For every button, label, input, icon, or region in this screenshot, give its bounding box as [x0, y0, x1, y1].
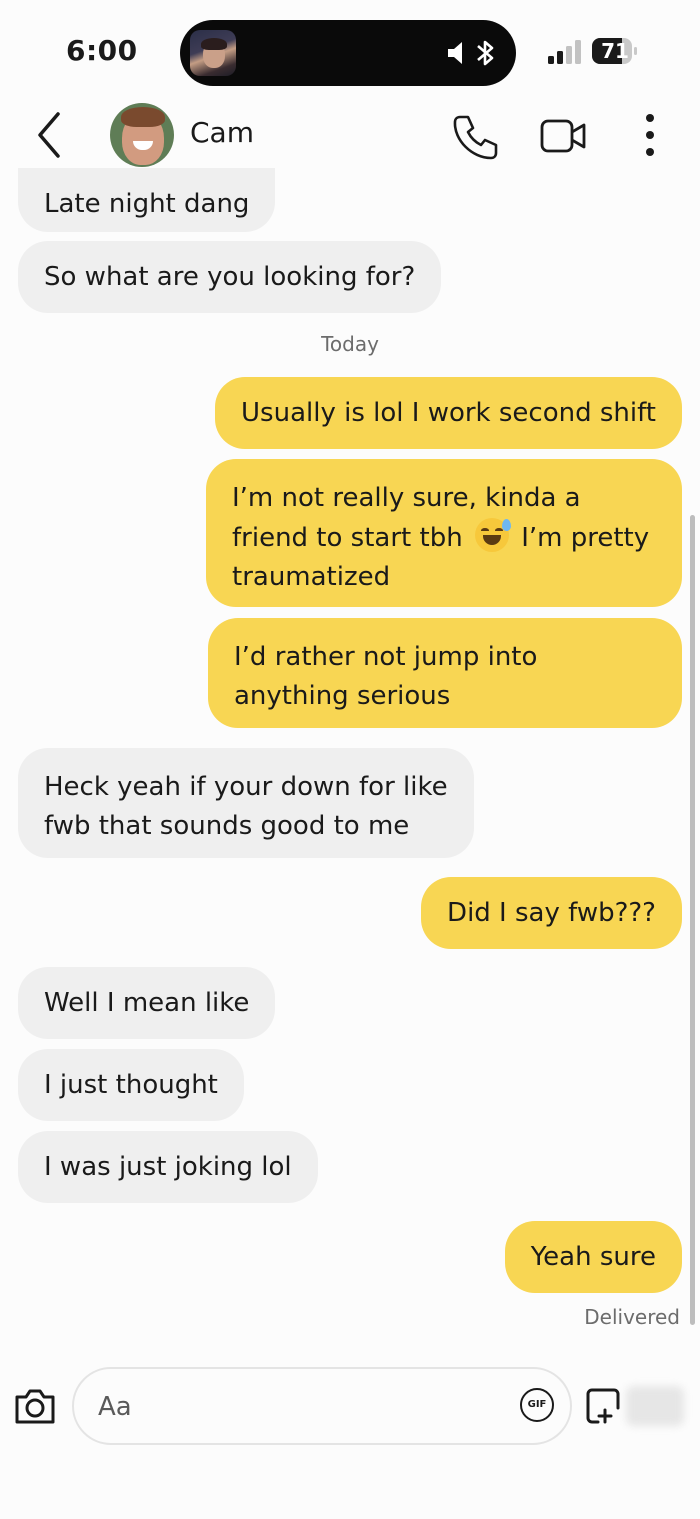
- contact-name[interactable]: Cam: [190, 116, 254, 149]
- scrollbar[interactable]: [690, 515, 695, 1325]
- phone-icon[interactable]: [452, 112, 500, 160]
- delivered-status: Delivered: [584, 1305, 680, 1329]
- message-bubble-incoming[interactable]: Well I mean like: [18, 967, 276, 1039]
- message-bubble-outgoing[interactable]: I’d rather not jump into anything seriou…: [208, 618, 682, 728]
- sticker-icon[interactable]: [586, 1388, 620, 1424]
- avatar[interactable]: [110, 103, 174, 167]
- message-bubble-incoming[interactable]: I just thought: [18, 1049, 244, 1121]
- signal-icon: [548, 40, 581, 64]
- dynamic-island[interactable]: [180, 20, 516, 86]
- message-bubble-outgoing[interactable]: Usually is lol I work second shift: [215, 377, 682, 449]
- message-bubble-outgoing[interactable]: Did I say fwb???: [421, 877, 682, 949]
- date-separator: Today: [321, 332, 379, 356]
- message-bubble-incoming[interactable]: I was just joking lol: [18, 1131, 318, 1203]
- camera-icon[interactable]: [14, 1387, 56, 1425]
- redacted-button: [626, 1386, 684, 1426]
- message-input[interactable]: [98, 1387, 478, 1427]
- message-bubble-outgoing[interactable]: Yeah sure: [504, 1221, 682, 1293]
- back-icon[interactable]: [30, 108, 70, 162]
- video-icon[interactable]: [540, 116, 586, 156]
- message-text: I’m not really sure, kinda a friend to s…: [232, 483, 650, 592]
- now-playing-art: [190, 30, 236, 76]
- speaker-bluetooth-icon: [448, 40, 494, 66]
- gif-icon[interactable]: GIF: [520, 1388, 554, 1422]
- message-composer[interactable]: GIF: [72, 1367, 572, 1445]
- status-time: 6:00: [66, 34, 138, 67]
- message-bubble-incoming[interactable]: So what are you looking for?: [18, 241, 442, 313]
- sweat-smile-emoji: [474, 518, 511, 552]
- more-icon[interactable]: [636, 112, 664, 158]
- battery-level: 71: [601, 39, 629, 63]
- message-bubble-outgoing[interactable]: I’m not really sure, kinda a friend to s…: [206, 459, 682, 607]
- message-bubble-incoming[interactable]: Late night dang: [18, 168, 276, 232]
- message-bubble-incoming[interactable]: Heck yeah if your down for like fwb that…: [18, 748, 474, 858]
